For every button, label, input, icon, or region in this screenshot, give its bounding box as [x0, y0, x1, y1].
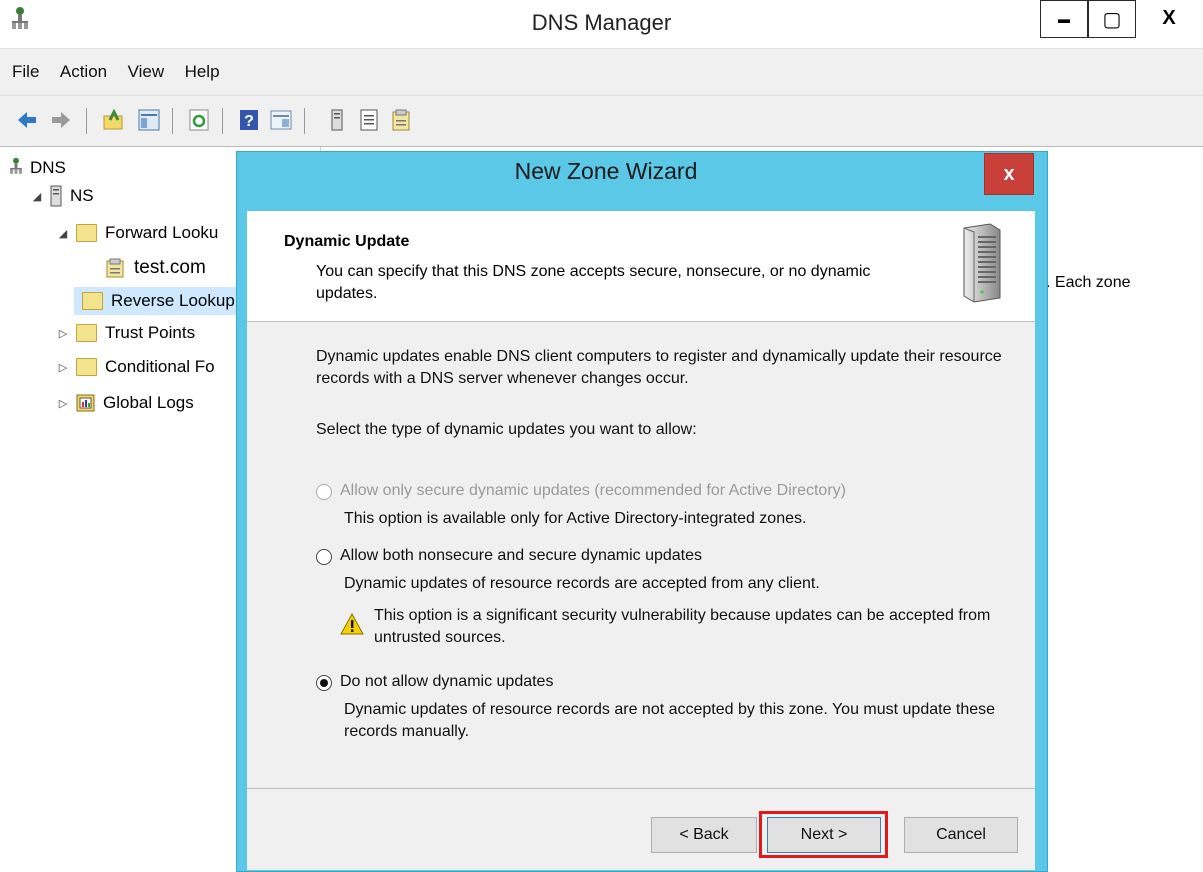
- folder-icon: [76, 324, 97, 342]
- list-icon[interactable]: [358, 108, 380, 132]
- dialog-title: New Zone Wizard: [514, 158, 698, 184]
- wizard-page-title: Dynamic Update: [284, 233, 410, 250]
- footer-divider: [247, 788, 1035, 789]
- collapsed-triangle-icon[interactable]: ▷: [56, 361, 70, 374]
- warning-icon: [340, 613, 364, 635]
- menu-view[interactable]: View: [120, 49, 173, 82]
- up-folder-icon[interactable]: [102, 108, 124, 132]
- prompt-text: Select the type of dynamic updates you w…: [316, 421, 697, 438]
- tree-item-test-com[interactable]: test.com: [106, 257, 206, 279]
- menu-action[interactable]: Action: [52, 49, 115, 82]
- minimize-button[interactable]: ▬: [1040, 0, 1088, 38]
- tree-label: Reverse Lookup: [111, 291, 235, 310]
- back-arrow-icon[interactable]: [16, 108, 38, 132]
- forward-arrow-icon[interactable]: [50, 108, 72, 132]
- refresh-icon[interactable]: [188, 108, 210, 132]
- radio-no-dynamic-updates[interactable]: [316, 675, 332, 691]
- dialog-close-button[interactable]: x: [984, 153, 1034, 195]
- folder-icon: [76, 224, 97, 242]
- window-title: DNS Manager: [531, 10, 672, 35]
- tree-label: DNS: [30, 158, 66, 177]
- close-icon: X: [1162, 6, 1176, 29]
- tree-item-conditional-forwarders[interactable]: ▷ Conditional Fo: [56, 357, 215, 377]
- radio-nonsecure-and-secure[interactable]: [316, 549, 332, 565]
- collapsed-triangle-icon[interactable]: ▷: [56, 327, 70, 340]
- toolbar-separator: [222, 108, 223, 134]
- radio-selected-dot: [320, 679, 328, 687]
- properties-icon[interactable]: [390, 108, 412, 132]
- option-desc-no-dynamic-updates: Dynamic updates of resource records are …: [344, 701, 996, 740]
- tree-label: Global Logs: [103, 393, 194, 412]
- radio-secure-only[interactable]: [316, 484, 332, 500]
- folder-icon: [82, 292, 103, 310]
- wizard-page-subtitle: You can specify that this DNS zone accep…: [316, 263, 871, 302]
- next-button-highlight: [759, 811, 888, 858]
- show-hide-tree-icon[interactable]: [138, 108, 160, 132]
- intro-text: Dynamic updates enable DNS client comput…: [316, 348, 1002, 387]
- tree-item-trust-points[interactable]: ▷ Trust Points: [56, 323, 195, 343]
- zone-file-icon: [106, 258, 124, 278]
- minimize-icon: ▬: [1058, 12, 1070, 26]
- results-pane-text: . Each zone: [1046, 274, 1131, 291]
- maximize-button[interactable]: ▢: [1088, 0, 1136, 38]
- toolbar: ?: [0, 96, 1203, 147]
- tree-item-forward-lookup[interactable]: ◢ Forward Looku: [56, 223, 218, 243]
- toolbar-separator: [172, 108, 173, 134]
- log-icon: [76, 394, 95, 412]
- tree-label: Conditional Fo: [105, 357, 215, 376]
- menu-help[interactable]: Help: [177, 49, 228, 82]
- close-icon: x: [1003, 162, 1015, 185]
- tree-label: NS: [70, 186, 94, 205]
- close-button[interactable]: X: [1136, 0, 1202, 36]
- toolbar-separator: [304, 108, 305, 134]
- collapsed-triangle-icon[interactable]: ▷: [56, 397, 70, 410]
- help-icon[interactable]: ?: [238, 108, 260, 132]
- folder-icon: [76, 358, 97, 376]
- expanded-triangle-icon[interactable]: ◢: [56, 227, 70, 240]
- tree-label: Forward Looku: [105, 223, 219, 242]
- option-desc-secure-only: This option is available only for Active…: [344, 510, 807, 527]
- server-icon[interactable]: [326, 108, 348, 132]
- tree-item-dns[interactable]: DNS: [8, 157, 66, 179]
- back-button[interactable]: < Back: [651, 817, 757, 853]
- tree-item-ns[interactable]: ◢ NS: [30, 185, 94, 207]
- tree-label: Trust Points: [105, 323, 196, 342]
- menu-bar: File Action View Help: [0, 49, 1203, 96]
- option-desc-nonsecure-and-secure: Dynamic updates of resource records are …: [344, 575, 820, 592]
- option-label-no-dynamic-updates: Do not allow dynamic updates: [340, 673, 554, 690]
- option-label-nonsecure-and-secure: Allow both nonsecure and secure dynamic …: [340, 547, 702, 564]
- show-action-pane-icon[interactable]: [270, 108, 292, 132]
- menu-file[interactable]: File: [0, 49, 47, 82]
- toolbar-separator: [86, 108, 87, 134]
- dns-root-icon: [10, 157, 22, 174]
- tree-item-global-logs[interactable]: ▷ Global Logs: [56, 393, 194, 413]
- cancel-button[interactable]: Cancel: [904, 817, 1018, 853]
- security-warning-text: This option is a significant security vu…: [374, 607, 991, 646]
- server-node-icon: [50, 185, 62, 207]
- tree-label: test.com: [134, 257, 206, 278]
- server-tower-icon: [963, 223, 1001, 303]
- expanded-triangle-icon[interactable]: ◢: [30, 190, 44, 203]
- svg-text:?: ?: [244, 113, 254, 130]
- maximize-icon: ▢: [1102, 8, 1122, 31]
- option-label-secure-only: Allow only secure dynamic updates (recom…: [340, 482, 846, 499]
